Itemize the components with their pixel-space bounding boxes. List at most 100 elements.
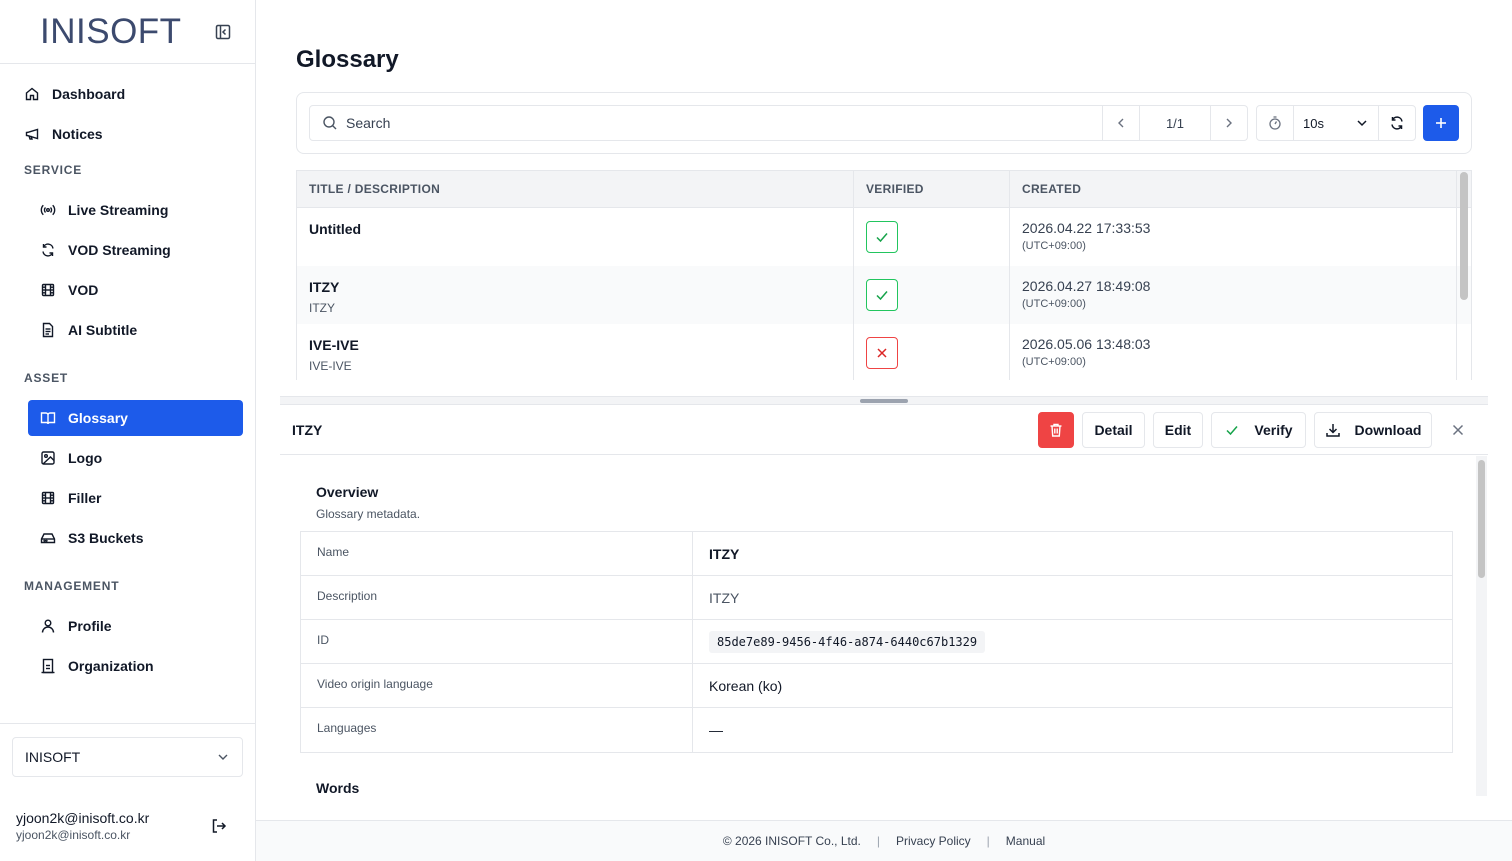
refresh-interval-select[interactable]: 10s bbox=[1294, 106, 1379, 140]
download-label: Download bbox=[1354, 422, 1422, 438]
nav-s3-buckets[interactable]: S3 Buckets bbox=[28, 520, 243, 556]
column-header-title[interactable]: TITLE / DESCRIPTION bbox=[297, 171, 854, 207]
verified-check-icon bbox=[866, 221, 898, 253]
glossary-table: TITLE / DESCRIPTION VERIFIED CREATED Unt… bbox=[296, 170, 1472, 380]
nav-notices[interactable]: Notices bbox=[24, 116, 244, 152]
overview-title: Overview bbox=[316, 484, 379, 500]
page-title: Glossary bbox=[296, 46, 399, 73]
metadata-table: Name ITZY Description ITZY ID 85de7e89-9… bbox=[300, 531, 1453, 753]
chevron-left-icon bbox=[1114, 116, 1128, 130]
close-icon[interactable] bbox=[1450, 422, 1466, 438]
user-email: yjoon2k@inisoft.co.kr bbox=[16, 810, 150, 826]
toolbar: Search 1/1 10s bbox=[296, 92, 1472, 154]
home-icon bbox=[24, 86, 40, 102]
building-icon bbox=[40, 658, 56, 674]
sidebar-header: INISOFT bbox=[0, 0, 255, 64]
chevron-right-icon bbox=[1222, 116, 1236, 130]
nav-vod-streaming[interactable]: VOD Streaming bbox=[28, 232, 243, 268]
metadata-value: ITZY bbox=[709, 545, 740, 562]
page-indicator: 1/1 bbox=[1139, 106, 1211, 140]
storage-drive-icon bbox=[40, 530, 56, 546]
nav-live-streaming[interactable]: Live Streaming bbox=[28, 192, 243, 228]
section-asset: ASSET bbox=[24, 371, 69, 385]
metadata-key: Video origin language bbox=[301, 664, 693, 707]
metadata-value: ITZY bbox=[709, 589, 740, 606]
nav-label: Logo bbox=[68, 450, 103, 466]
timer-icon bbox=[1257, 106, 1294, 140]
row-description: IVE-IVE bbox=[309, 359, 352, 373]
row-title: Untitled bbox=[309, 221, 362, 237]
section-management: MANAGEMENT bbox=[24, 579, 120, 593]
trash-icon bbox=[1048, 422, 1064, 438]
download-button[interactable]: Download bbox=[1314, 412, 1432, 448]
broadcast-icon bbox=[40, 202, 56, 218]
nav-label: VOD Streaming bbox=[68, 242, 171, 258]
row-timezone: (UTC+09:00) bbox=[1022, 356, 1086, 368]
resize-grip[interactable] bbox=[860, 399, 908, 403]
organization-select[interactable]: INISOFT bbox=[12, 737, 243, 777]
brand-logo[interactable]: INISOFT bbox=[40, 12, 182, 52]
words-title: Words bbox=[316, 780, 360, 796]
plus-icon bbox=[1433, 115, 1449, 131]
table-scrollbar[interactable] bbox=[1460, 172, 1468, 300]
table-row[interactable]: IVE-IVE IVE-IVE 2026.05.06 13:48:03 (UTC+0… bbox=[297, 324, 1471, 380]
nav-ai-subtitle[interactable]: AI Subtitle bbox=[28, 312, 243, 348]
table-row[interactable]: Untitled 2026.04.22 17:33:53 (UTC+09:00) bbox=[297, 208, 1471, 266]
detail-title: ITZY bbox=[292, 422, 323, 438]
section-service: SERVICE bbox=[24, 163, 83, 177]
detail-scrollbar[interactable] bbox=[1478, 460, 1485, 578]
column-header-verified[interactable]: VERIFIED bbox=[854, 171, 1010, 207]
document-icon bbox=[40, 322, 56, 338]
refresh-interval-value: 10s bbox=[1303, 115, 1324, 131]
metadata-key: Name bbox=[301, 532, 693, 575]
footer-separator: | bbox=[986, 834, 990, 848]
logout-icon[interactable] bbox=[210, 817, 228, 835]
panel-resize-handle[interactable] bbox=[280, 396, 1488, 405]
id-code[interactable]: 85de7e89-9456-4f46-a874-6440c67b1329 bbox=[709, 630, 986, 653]
auto-refresh-group: 10s bbox=[1256, 105, 1416, 141]
sidebar-footer: INISOFT yjoon2k@inisoft.co.kr yjoon2k@in… bbox=[0, 723, 255, 861]
image-icon bbox=[40, 450, 56, 466]
privacy-policy-link[interactable]: Privacy Policy bbox=[896, 834, 971, 848]
nav-label: AI Subtitle bbox=[68, 322, 138, 338]
column-header-created[interactable]: CREATED bbox=[1010, 171, 1457, 207]
nav-label: VOD bbox=[68, 282, 99, 298]
sidebar-collapse-icon[interactable] bbox=[214, 23, 232, 41]
refresh-icon bbox=[1389, 115, 1405, 131]
detail-button[interactable]: Detail bbox=[1082, 412, 1145, 448]
overview-subtitle: Glossary metadata. bbox=[316, 507, 421, 521]
nav-profile[interactable]: Profile bbox=[28, 608, 243, 644]
nav-filler[interactable]: Filler bbox=[28, 480, 243, 516]
next-page-button[interactable] bbox=[1211, 106, 1247, 140]
nav-dashboard[interactable]: Dashboard bbox=[24, 76, 244, 112]
manual-link[interactable]: Manual bbox=[1006, 834, 1045, 848]
film-icon bbox=[40, 490, 56, 506]
nav-logo[interactable]: Logo bbox=[28, 440, 243, 476]
nav-label: Notices bbox=[52, 126, 103, 142]
nav-label: S3 Buckets bbox=[68, 530, 144, 546]
nav-organization[interactable]: Organization bbox=[28, 648, 243, 684]
add-button[interactable] bbox=[1423, 105, 1459, 141]
row-timezone: (UTC+09:00) bbox=[1022, 298, 1086, 310]
user-info: yjoon2k@inisoft.co.kr yjoon2k@inisoft.co… bbox=[16, 810, 149, 842]
metadata-row: Languages — bbox=[301, 708, 1452, 752]
user-email-secondary: yjoon2k@inisoft.co.kr bbox=[16, 828, 131, 842]
metadata-key: Languages bbox=[301, 708, 693, 752]
edit-button[interactable]: Edit bbox=[1153, 412, 1203, 448]
nav-vod[interactable]: VOD bbox=[28, 272, 243, 308]
refresh-button[interactable] bbox=[1379, 106, 1415, 140]
metadata-value: Korean (ko) bbox=[709, 677, 783, 694]
table-row[interactable]: ITZY ITZY 2026.04.27 18:49:08 (UTC+09:00) bbox=[297, 266, 1471, 324]
nav-glossary[interactable]: Glossary bbox=[28, 400, 243, 436]
row-created: 2026.04.22 17:33:53 bbox=[1022, 220, 1151, 236]
row-created: 2026.04.27 18:49:08 bbox=[1022, 278, 1151, 294]
not-verified-x-icon bbox=[866, 337, 898, 369]
footer: © 2026 INISOFT Co., Ltd. | Privacy Polic… bbox=[256, 820, 1512, 861]
verify-button[interactable]: Verify bbox=[1211, 412, 1306, 448]
book-icon bbox=[40, 410, 56, 426]
search-input[interactable]: Search bbox=[309, 105, 1103, 141]
prev-page-button[interactable] bbox=[1103, 106, 1139, 140]
delete-button[interactable] bbox=[1038, 412, 1074, 448]
copyright: © 2026 INISOFT Co., Ltd. bbox=[722, 834, 861, 848]
pagination: 1/1 bbox=[1103, 105, 1248, 141]
